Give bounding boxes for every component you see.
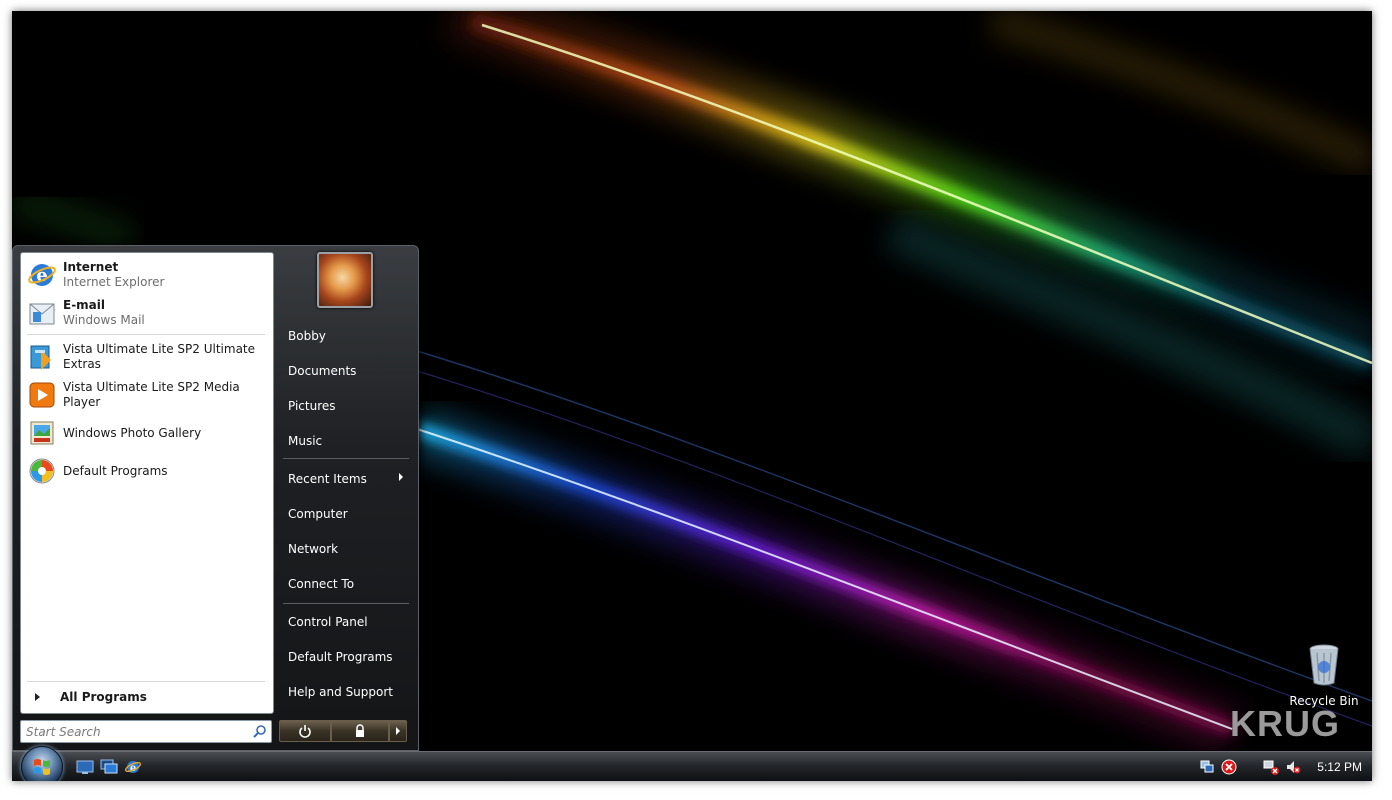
pinned-item-email[interactable]: E-mail Windows Mail	[27, 296, 267, 330]
power-icon	[299, 725, 311, 738]
windows-mail-icon	[29, 303, 55, 325]
place-user-folder[interactable]: Bobby	[288, 325, 408, 347]
volume-muted-icon[interactable]	[1285, 759, 1301, 775]
security-alert-icon[interactable]	[1221, 759, 1237, 775]
ultimate-extras-icon	[30, 345, 51, 370]
quick-launch-bar: e	[76, 758, 142, 776]
chevron-right-icon	[35, 693, 40, 701]
pinned-item-internet[interactable]: e Internet Internet Explorer	[27, 258, 267, 292]
places-separator	[283, 603, 409, 604]
switch-windows-icon[interactable]	[100, 758, 118, 776]
search-icon[interactable]	[253, 724, 267, 738]
power-button[interactable]	[279, 720, 331, 742]
lock-button[interactable]	[331, 720, 389, 742]
pinned-separator	[27, 334, 265, 335]
media-player-icon	[29, 382, 55, 408]
place-pictures[interactable]: Pictures	[288, 395, 408, 417]
start-menu: e Internet Internet Explorer E-mail Wind…	[12, 245, 419, 751]
taskbar-clock[interactable]: 5:12 PM	[1317, 760, 1362, 774]
all-programs-button[interactable]: All Programs	[27, 686, 265, 708]
pinned-item-title: Internet	[63, 260, 119, 274]
place-default-programs[interactable]: Default Programs	[288, 646, 408, 668]
desktop-screen: Recycle Bin KRUG e Internet Internet Exp…	[12, 11, 1372, 781]
place-control-panel[interactable]: Control Panel	[288, 611, 408, 633]
chevron-right-icon	[399, 473, 403, 481]
recycle-bin-shortcut[interactable]: Recycle Bin	[1284, 643, 1364, 708]
recent-item-default-programs[interactable]: Default Programs	[27, 454, 267, 488]
recent-item-media-player[interactable]: Vista Ultimate Lite SP2 Media Player	[27, 378, 267, 412]
all-programs-label: All Programs	[60, 690, 147, 704]
place-computer[interactable]: Computer	[288, 503, 408, 525]
internet-explorer-icon[interactable]: e	[124, 758, 142, 776]
pinned-item-subtitle: Windows Mail	[63, 313, 145, 327]
shutdown-options-button[interactable]	[389, 720, 407, 742]
start-button[interactable]	[21, 746, 63, 781]
pinned-item-title: E-mail	[63, 298, 106, 312]
place-network[interactable]: Network	[288, 538, 408, 560]
recent-item-ultimate-extras[interactable]: Vista Ultimate Lite SP2 Ultimate Extras	[27, 340, 267, 374]
photo-gallery-icon	[30, 421, 54, 445]
start-search-input[interactable]	[24, 723, 248, 741]
system-tray: 5:12 PM	[1199, 757, 1362, 777]
windows-logo-icon	[34, 759, 50, 775]
default-programs-icon	[29, 458, 55, 484]
places-separator	[283, 458, 409, 459]
all-programs-separator	[27, 681, 265, 682]
place-music[interactable]: Music	[288, 430, 408, 452]
place-help-and-support[interactable]: Help and Support	[288, 681, 408, 703]
show-desktop-icon[interactable]	[76, 758, 94, 776]
place-recent-items[interactable]: Recent Items	[288, 468, 408, 490]
recent-item-title: Windows Photo Gallery	[63, 425, 202, 440]
taskbar: e 5:12 PM	[12, 746, 1372, 781]
recent-item-title: Vista Ultimate Lite SP2 Media Player	[63, 380, 240, 409]
network-disconnected-icon[interactable]	[1263, 759, 1280, 775]
internet-explorer-icon: e	[28, 264, 56, 286]
user-avatar[interactable]	[317, 252, 373, 308]
pinned-item-subtitle: Internet Explorer	[63, 275, 165, 289]
place-connect-to[interactable]: Connect To	[288, 573, 408, 595]
place-documents[interactable]: Documents	[288, 360, 408, 382]
recent-item-photo-gallery[interactable]: Windows Photo Gallery	[27, 416, 267, 450]
watermark-text: KRUG	[1230, 703, 1340, 744]
recycle-bin-icon	[1309, 644, 1339, 686]
start-search-box[interactable]	[20, 720, 272, 743]
recent-item-title: Default Programs	[63, 463, 168, 478]
lock-icon	[356, 724, 364, 737]
programs-pane: e Internet Internet Explorer E-mail Wind…	[20, 252, 274, 714]
recent-item-title: Vista Ultimate Lite SP2 Ultimate Extras	[63, 342, 256, 371]
chevron-right-icon	[396, 727, 400, 735]
network-icon[interactable]	[1199, 759, 1215, 775]
